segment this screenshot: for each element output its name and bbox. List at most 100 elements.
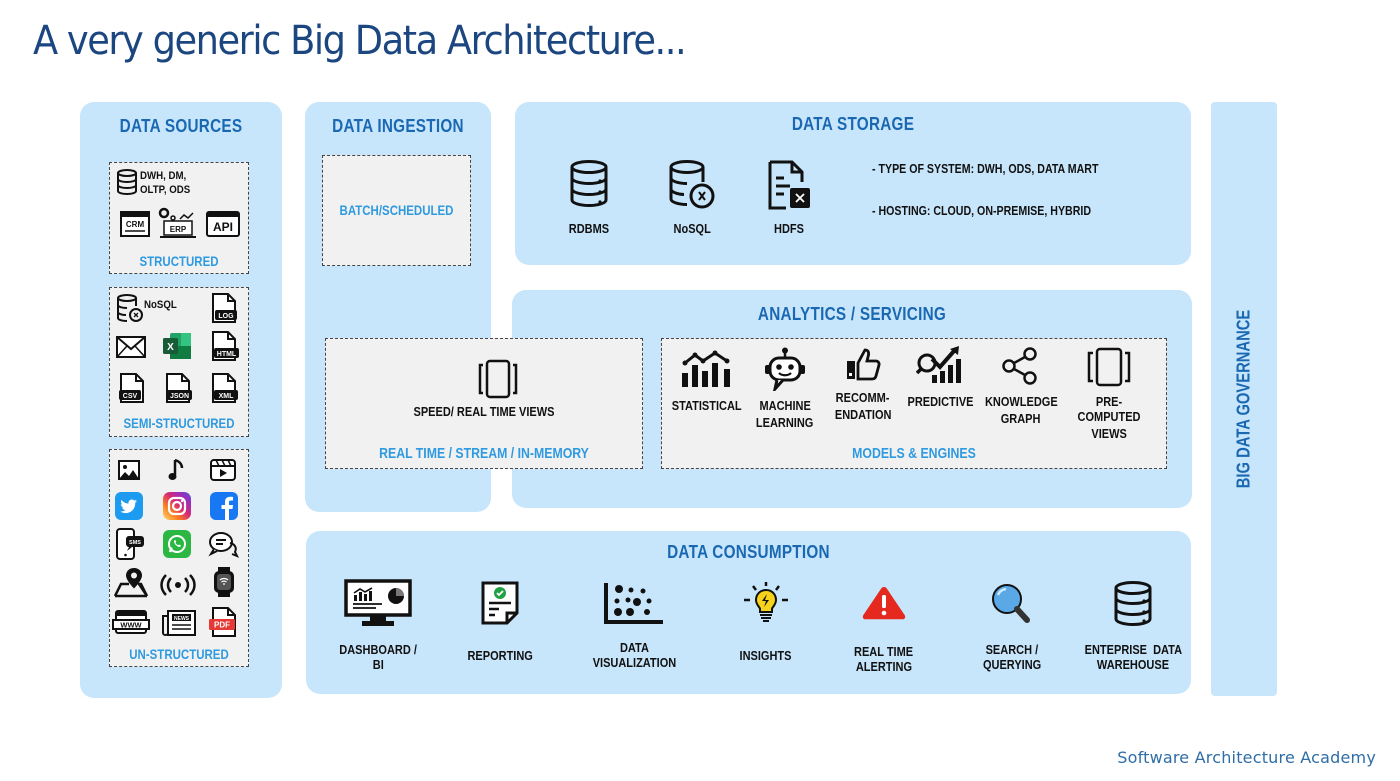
twitter-icon — [115, 492, 143, 520]
analytics-item-machine-learning: MACHINE LEARNING — [746, 347, 824, 431]
data-ingestion-heading: DATA INGESTION — [332, 116, 464, 136]
consumption-item-label-2: QUERYING — [982, 658, 1042, 672]
lightbulb-icon — [742, 581, 790, 629]
pdf-icon: PDF — [208, 606, 238, 638]
analytics-heading: ANALYTICS / SERVICING — [757, 304, 947, 324]
semi-structured-box: NoSQL LOG X HTML CSV JSON XML SEMI-STRUC… — [109, 287, 249, 437]
governance-label: BIG DATA GOVERNANCE — [1233, 309, 1254, 489]
page-title: A very generic Big Data Architecture... — [33, 18, 687, 64]
analytics-item-label-2: LEARNING — [756, 416, 814, 430]
database-icon — [569, 160, 609, 212]
structured-label: STRUCTURED — [139, 253, 219, 269]
speed-views-label: SPEED/ REAL TIME VIEWS — [413, 405, 555, 419]
predictive-chart-icon — [915, 345, 966, 389]
nosql-text: NoSQL — [144, 299, 177, 311]
sms-icon: SMS — [115, 528, 145, 560]
data-sources-panel: DATA SOURCES DWH, DM, OLTP, ODS CRM ERP … — [80, 102, 282, 698]
share-graph-icon — [1002, 347, 1040, 389]
tablet-views-icon — [478, 359, 518, 403]
storage-note-type: - TYPE OF SYSTEM: DWH, ODS, DATA MART — [872, 162, 1099, 176]
scatter-plot-icon — [603, 581, 665, 629]
nosql-database-icon — [116, 294, 144, 324]
music-icon — [168, 458, 186, 482]
consumption-item-label: ENTEPRISE DATA — [1084, 643, 1182, 657]
crm-text: CRM — [126, 220, 145, 229]
real-time-label: REAL TIME / STREAM / IN-MEMORY — [379, 445, 589, 462]
api-text: API — [213, 220, 233, 234]
data-storage-heading: DATA STORAGE — [791, 114, 915, 134]
thumbs-up-icon — [845, 347, 881, 385]
facebook-icon — [210, 492, 238, 520]
bar-chart-icon — [681, 349, 733, 393]
excel-text: X — [167, 342, 174, 353]
consumption-item-enterprise-dw: ENTEPRISE DATA WAREHOUSE — [1078, 581, 1188, 673]
json-file-icon: JSON — [164, 372, 194, 404]
warning-icon — [861, 585, 907, 625]
analytics-item-label: PREDICTIVE — [907, 395, 974, 409]
analytics-item-recommendation: RECOMM- ENDATION — [824, 347, 902, 423]
sms-text: SMS — [129, 540, 141, 546]
analytics-item-label-2: GRAPH — [1001, 412, 1041, 426]
storage-item-rdbms: RDBMS — [560, 160, 618, 237]
governance-panel: BIG DATA GOVERNANCE — [1211, 102, 1277, 696]
news-text: NEWS — [174, 616, 190, 622]
storage-note-hosting: - HOSTING: CLOUD, ON-PREMISE, HYBRID — [872, 204, 1092, 218]
consumption-item-data-visualization: DATA VISUALIZATION — [584, 581, 684, 671]
consumption-item-reporting: REPORTING — [460, 581, 540, 664]
analytics-item-knowledge-graph: KNOWLEDGE GRAPH — [982, 347, 1060, 427]
consumption-item-insights: INSIGHTS — [726, 581, 806, 664]
video-icon — [210, 458, 236, 482]
pdf-text: PDF — [214, 621, 230, 630]
semi-structured-label: SEMI-STRUCTURED — [123, 415, 235, 431]
consumption-item-real-time-alerting: REAL TIME ALERTING — [844, 585, 924, 675]
dashboard-monitor-icon — [344, 579, 412, 631]
real-time-box: SPEED/ REAL TIME VIEWS REAL TIME / STREA… — [325, 338, 643, 469]
analytics-item-label-2: ENDATION — [834, 408, 892, 422]
log-text: LOG — [218, 313, 234, 320]
consumption-item-label-2: ALERTING — [855, 660, 913, 674]
excel-icon: X — [162, 332, 192, 360]
data-sources-heading: DATA SOURCES — [119, 116, 243, 136]
analytics-item-label: RECOMM- — [836, 391, 890, 405]
consumption-item-label-2: BI — [372, 658, 384, 672]
structured-box: DWH, DM, OLTP, ODS CRM ERP API STRUCTURE… — [109, 162, 249, 274]
log-file-icon: LOG — [210, 292, 238, 324]
www-icon: WWW — [112, 610, 150, 634]
html-text: HTML — [217, 351, 237, 358]
data-storage-panel: DATA STORAGE RDBMS NoSQL HDFS - TYPE OF … — [515, 102, 1191, 265]
analytics-item-label: PRE-COMPUTED — [1077, 395, 1141, 424]
erp-icon: ERP — [158, 207, 198, 239]
smartwatch-icon — [212, 566, 236, 598]
analytics-item-statistical: STATISTICAL — [668, 349, 746, 414]
nosql-database-icon — [668, 160, 716, 214]
consumption-item-dashboard: DASHBOARD / BI — [330, 579, 426, 673]
consumption-item-label: SEARCH / — [985, 643, 1039, 657]
whatsapp-icon — [163, 530, 191, 558]
robot-icon — [764, 347, 806, 395]
structured-db-text-1: DWH, DM, — [140, 170, 187, 182]
data-consumption-panel: DATA CONSUMPTION DASHBOARD / BI REPORTIN… — [306, 531, 1191, 694]
consumption-item-label: REAL TIME — [854, 645, 914, 659]
image-icon — [118, 460, 140, 480]
storage-item-label: HDFS — [774, 222, 804, 236]
chat-icon — [208, 530, 240, 558]
instagram-icon — [163, 492, 191, 520]
storage-item-nosql: NoSQL — [663, 160, 721, 237]
xml-text: XML — [219, 393, 235, 400]
magnifier-icon — [989, 583, 1035, 627]
consumption-item-label: DASHBOARD / — [339, 643, 417, 657]
broadcast-icon — [160, 574, 196, 596]
unstructured-box: SMS WWW NEWS PDF UN-STRUCTURED — [109, 449, 249, 667]
unstructured-label: UN-STRUCTURED — [129, 646, 229, 662]
batch-scheduled-label: BATCH/SCHEDULED — [339, 202, 454, 218]
tablet-views-icon — [1087, 347, 1131, 391]
email-icon — [116, 336, 146, 358]
consumption-item-search-querying: SEARCH / QUERYING — [972, 583, 1052, 673]
storage-item-hdfs: HDFS — [760, 160, 818, 237]
xml-file-icon: XML — [210, 372, 240, 404]
storage-item-label: NoSQL — [673, 222, 711, 236]
analytics-item-label-2: VIEWS — [1091, 427, 1127, 441]
json-text: JSON — [170, 393, 189, 400]
erp-text: ERP — [170, 225, 187, 234]
csv-file-icon: CSV — [118, 372, 146, 404]
